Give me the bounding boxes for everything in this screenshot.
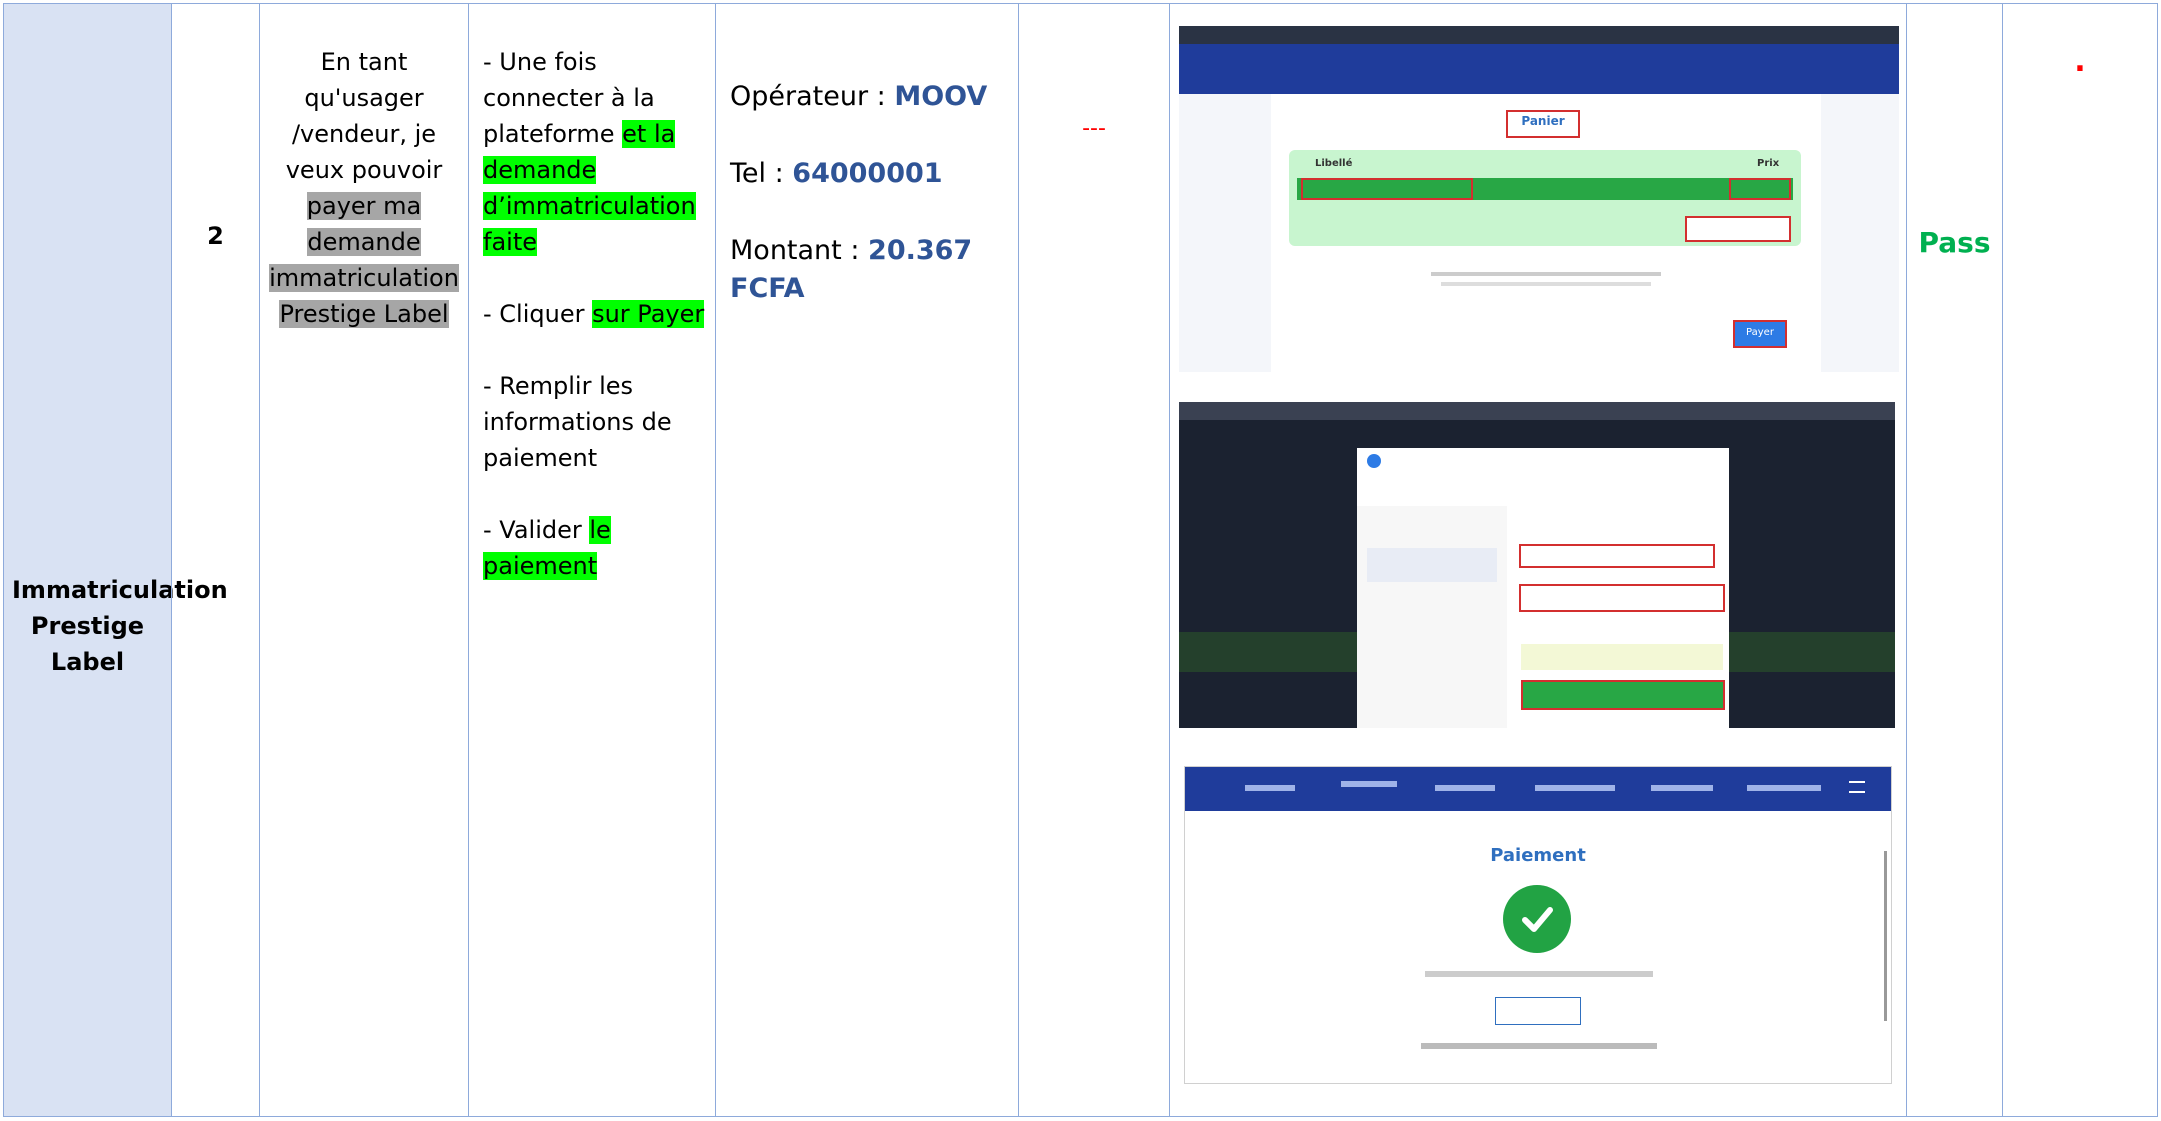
success-link[interactable] — [1421, 1043, 1657, 1049]
cart-price-box — [1729, 178, 1791, 200]
success-button[interactable] — [1495, 997, 1581, 1025]
cart-panel: Libellé Prix — [1289, 150, 1801, 246]
step-number: 2 — [207, 222, 224, 250]
cart-pay-button[interactable]: Payer — [1733, 320, 1787, 348]
feature-cell: Immatriculation Prestige Label — [3, 3, 228, 1117]
step-item: - Remplir les informations de paiement — [483, 372, 672, 472]
operator-select-box[interactable] — [1519, 544, 1715, 568]
cart-page: Panier Libellé Prix Payer — [1271, 94, 1821, 372]
method-list — [1357, 506, 1507, 728]
method-item[interactable] — [1367, 548, 1497, 582]
nav-item[interactable] — [1245, 785, 1295, 791]
operator-line: Opérateur : MOOV — [730, 81, 988, 112]
user-story-text: En tant qu'usager /vendeur, je veux pouv… — [285, 48, 443, 184]
phone-field-box[interactable] — [1519, 584, 1725, 612]
brand-icon — [1367, 454, 1381, 468]
test-data: Opérateur : MOOV Tel : 64000001 Montant … — [730, 78, 1008, 347]
nav-item[interactable] — [1747, 785, 1821, 791]
browser-bar — [1179, 26, 1899, 44]
nav-item[interactable] — [1341, 781, 1397, 787]
cart-label: Libellé — [1315, 158, 1353, 169]
nav-item[interactable] — [1535, 785, 1615, 791]
payment-success-screenshot: Paiement — [1184, 766, 1892, 1084]
status-cell: Pass — [1906, 3, 2003, 1117]
screenshots-cell: Panier Libellé Prix Payer Paiement — [1169, 3, 1907, 1117]
nav-item[interactable] — [1435, 785, 1495, 791]
user-story: En tant qu'usager /vendeur, je veux pouv… — [268, 44, 460, 332]
site-nav — [1185, 767, 1891, 811]
test-data-cell: Opérateur : MOOV Tel : 64000001 Montant … — [715, 3, 1019, 1117]
info-notice — [1521, 644, 1723, 670]
cart-item-box — [1301, 178, 1473, 200]
success-message — [1425, 971, 1653, 977]
payment-modal — [1357, 448, 1729, 728]
step-item: - Cliquer sur Payer — [483, 300, 705, 328]
test-case-row: Immatriculation Prestige Label 2 En tant… — [0, 0, 2161, 1121]
success-check-icon — [1503, 885, 1571, 953]
browser-bar — [1179, 402, 1895, 420]
amount-line: Montant : 20.367 FCFA — [730, 235, 973, 304]
cart-total-box — [1685, 216, 1791, 242]
steps-list: - Une fois connecter à la plateforme et … — [483, 44, 705, 620]
feature-label: Immatriculation Prestige Label — [12, 576, 228, 676]
comment: . — [2074, 44, 2086, 79]
cart-note — [1431, 272, 1661, 276]
step-item: - Une fois connecter à la plateforme et … — [483, 48, 696, 256]
expected-result: --- — [1082, 116, 1106, 141]
payment-submit-button[interactable] — [1521, 680, 1725, 710]
site-header — [1179, 44, 1899, 94]
step-item: - Valider le paiement — [483, 516, 611, 580]
user-story-highlight: payer ma demande immatriculation Prestig… — [269, 192, 459, 328]
cart-title: Panier — [1521, 114, 1565, 128]
tel-line: Tel : 64000001 — [730, 158, 943, 189]
step-number-cell: 2 — [171, 3, 260, 1117]
payment-title: Paiement — [1490, 845, 1586, 866]
scrollbar[interactable] — [1884, 851, 1887, 1021]
expected-result-cell: --- — [1018, 3, 1170, 1117]
steps-cell: - Une fois connecter à la plateforme et … — [468, 3, 716, 1117]
nav-item[interactable] — [1651, 785, 1713, 791]
payment-modal-screenshot — [1179, 402, 1895, 728]
menu-icon[interactable] — [1849, 781, 1865, 793]
cart-note — [1441, 282, 1651, 286]
cart-screenshot: Panier Libellé Prix Payer — [1179, 26, 1899, 372]
status-pass: Pass — [1918, 226, 1991, 259]
cart-price: Prix — [1757, 158, 1780, 169]
comment-cell: . — [2002, 3, 2158, 1117]
user-story-cell: En tant qu'usager /vendeur, je veux pouv… — [259, 3, 469, 1117]
